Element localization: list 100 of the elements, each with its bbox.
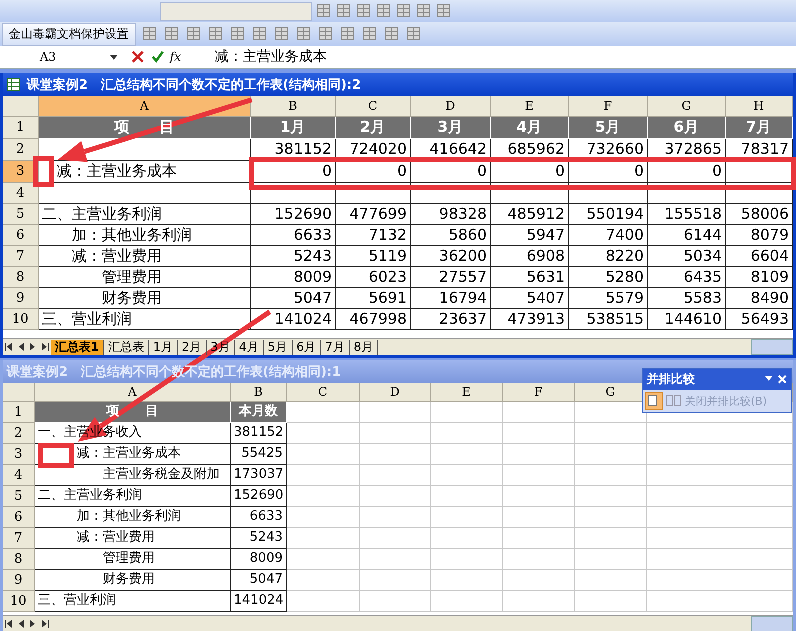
name-box[interactable]: A3 [0,50,110,64]
table-cell [360,465,431,486]
table-cell: 二、主营业务利润 [35,486,231,507]
column-header[interactable]: B [251,96,336,117]
row-header[interactable]: 10 [3,591,35,612]
grid-icon[interactable] [142,26,158,42]
caret-icon[interactable] [110,54,118,60]
grid-icon[interactable] [356,3,372,19]
scroll-left-icon[interactable] [3,342,15,352]
column-header[interactable]: F [569,96,648,117]
column-header[interactable]: C [336,96,411,117]
row-header[interactable]: 5 [3,486,35,507]
row-header[interactable]: 4 [3,465,35,486]
row-header[interactable]: 1 [3,402,35,423]
scroll-right-icon[interactable] [39,342,51,352]
row-header[interactable]: 3 [3,444,35,465]
column-header[interactable]: A [39,96,251,117]
table-cell: 0 [648,161,726,183]
sheet-tab[interactable]: 5月 [264,340,293,354]
grid-icon[interactable] [252,26,268,42]
column-header[interactable]: G [648,96,726,117]
table-cell: 财务费用 [35,570,231,591]
column-header[interactable]: E [431,383,503,402]
column-header[interactable]: B [231,383,287,402]
grid-icon[interactable] [164,26,180,42]
reset-icon[interactable] [666,393,682,409]
row-header[interactable]: 9 [3,288,39,309]
sheet-tab[interactable]: 8月 [350,340,378,354]
row-header[interactable]: 5 [3,204,39,225]
horizontal-scrollbar[interactable] [751,339,793,355]
grid-icon[interactable] [274,26,290,42]
scroll-right-icon[interactable] [39,619,51,629]
table-cell: 财务费用 [39,288,251,309]
grid-icon[interactable] [406,26,422,42]
grid-icon[interactable] [362,26,378,42]
sheet-tab[interactable]: 2月 [178,340,207,354]
table-cell: 485912 [491,204,569,225]
sheet-tab[interactable]: 4月 [235,340,264,354]
row-header[interactable]: 10 [3,309,39,330]
function-button[interactable]: fx [170,50,182,64]
row-header[interactable]: 9 [3,570,35,591]
row-header[interactable]: 6 [3,225,39,246]
column-header[interactable]: H [726,96,793,117]
table-cell [503,423,575,444]
grid-icon[interactable] [340,26,356,42]
close-icon[interactable] [132,51,144,63]
dropdown-field[interactable] [160,2,312,20]
sheet-tab[interactable]: 1月 [149,340,178,354]
grid-icon[interactable] [230,26,246,42]
select-all-corner[interactable] [3,96,39,117]
column-header[interactable]: C [287,383,360,402]
table-cell [503,507,575,528]
toolbar-button[interactable]: 金山毒霸文档保护设置 [2,22,136,46]
sheet-tab[interactable]: 汇总表1 [51,340,104,354]
row-header[interactable]: 7 [3,246,39,267]
row-header[interactable]: 8 [3,267,39,288]
grid-icon[interactable] [416,3,432,19]
formula-field[interactable]: 减：主营业务成本 [215,48,328,66]
table-cell [503,444,575,465]
sheet-tab[interactable]: 6月 [292,340,322,354]
column-heading: 2月 [336,117,411,139]
grid-icon[interactable] [208,26,224,42]
table-cell: 98328 [411,204,491,225]
row-header[interactable]: 7 [3,528,35,549]
grid-icon[interactable] [384,26,400,42]
column-header[interactable]: D [411,96,491,117]
table-cell: 5631 [491,267,569,288]
grid-icon[interactable] [186,26,202,42]
sheet-tab[interactable]: 7月 [321,340,350,354]
grid-icon[interactable] [316,3,332,19]
row-header[interactable]: 8 [3,549,35,570]
row-header[interactable]: 1 [3,117,39,139]
grid-icon[interactable] [296,26,312,42]
grid-icon[interactable] [336,3,352,19]
table-cell: 477699 [336,204,411,225]
select-all-corner[interactable] [3,383,35,402]
check-icon[interactable] [152,51,164,63]
grid-icon[interactable] [436,3,452,19]
table-cell [431,444,503,465]
row-header[interactable]: 2 [3,423,35,444]
column-header[interactable]: F [503,383,575,402]
sync-scroll-icon[interactable] [645,392,663,410]
column-header[interactable]: A [35,383,231,402]
table-cell [360,423,431,444]
table-cell: 7400 [569,225,648,246]
close-icon[interactable] [765,375,787,384]
sheet-tab[interactable]: 汇总表 [104,340,150,354]
table-cell [431,486,503,507]
grid-icon[interactable] [318,26,334,42]
grid-icon[interactable] [396,3,412,19]
horizontal-scrollbar[interactable] [751,616,793,631]
scroll-left-icon[interactable] [3,619,15,629]
grid-icon[interactable] [376,3,392,19]
row-header[interactable]: 6 [3,507,35,528]
column-heading: 1月 [251,117,336,139]
row-header[interactable]: 4 [3,183,39,204]
table-cell: 538515 [569,309,648,330]
row-header[interactable]: 2 [3,139,39,161]
column-header[interactable]: D [360,383,431,402]
column-header[interactable]: E [491,96,569,117]
